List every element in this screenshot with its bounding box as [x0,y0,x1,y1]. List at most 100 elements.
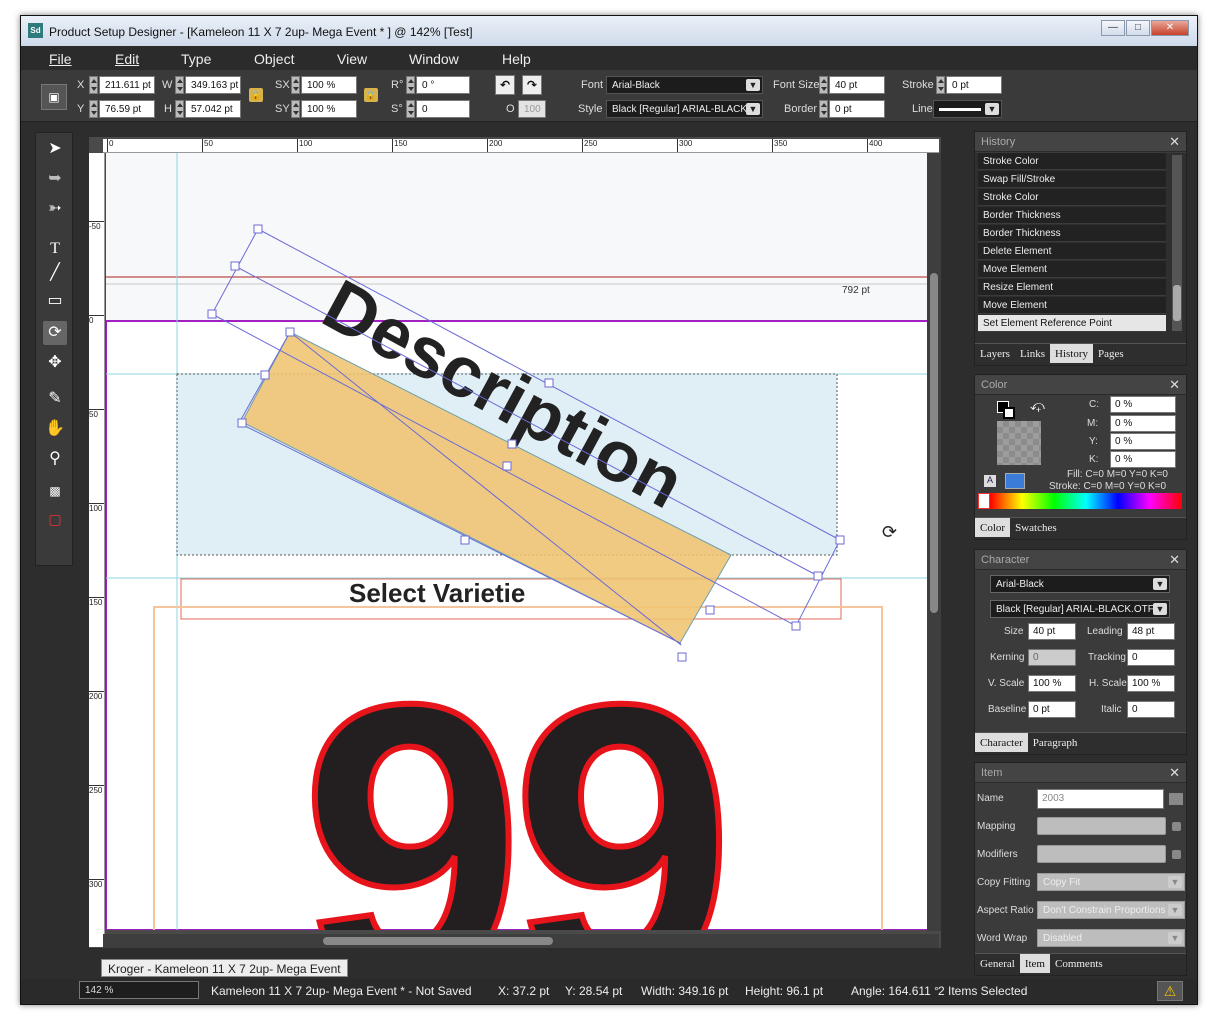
c-field[interactable]: 0 % [1110,396,1176,413]
none-color-icon[interactable]: ▢ [43,507,67,531]
zoom-field[interactable]: 142 % [79,981,199,999]
maximize-icon[interactable]: □ [1126,20,1150,36]
w-field[interactable]: 349.163 pt [185,76,241,94]
menu-file[interactable]: File [49,51,72,67]
baseline-field[interactable]: 0 pt [1028,701,1076,718]
warning-icon[interactable]: ⚠ [1157,981,1183,1001]
kerning-field[interactable]: 0 [1028,649,1076,666]
rotation-field[interactable]: 0 ° [416,76,470,94]
zoom-tool-icon[interactable]: ⚲ [43,447,67,471]
swap-colors-icon[interactable]: ⤽ [1030,397,1045,414]
font-dropdown[interactable]: Arial-Black ▼ [606,76,763,94]
fill-stroke-icon[interactable]: ▩ [43,479,67,503]
history-item[interactable]: Move Element [978,261,1166,278]
sx-spinner[interactable] [291,76,300,94]
lasso-tool-icon[interactable]: ➳ [43,197,67,221]
font-size-spinner[interactable] [819,76,828,94]
line-tool-icon[interactable]: ╱ [43,261,67,285]
modifiers-field[interactable] [1037,845,1166,863]
vertical-scrollbar[interactable] [927,153,941,931]
color-spectrum[interactable] [990,493,1182,509]
history-item[interactable]: Stroke Color [978,153,1166,170]
rotation-spinner[interactable] [406,76,415,94]
history-item[interactable]: Swap Fill/Stroke [978,171,1166,188]
menu-help[interactable]: Help [502,51,531,67]
mapping-field[interactable] [1037,817,1166,835]
minimize-icon[interactable]: — [1101,20,1125,36]
document-page[interactable]: Select Varietie 99 Description 792 pt ⟳ [106,153,939,930]
eyedropper-tool-icon[interactable]: ✎ [43,387,67,411]
x-field[interactable]: 211.611 pt [99,76,155,94]
hscale-field[interactable]: 100 % [1127,675,1175,692]
rectangle-tool-icon[interactable]: ▭ [43,289,67,313]
vscale-field[interactable]: 100 % [1028,675,1076,692]
sy-spinner[interactable] [291,100,300,118]
tab-layers[interactable]: Layers [975,344,1015,363]
tab-history[interactable]: History [1050,344,1093,363]
y-field[interactable]: 0 % [1110,433,1176,450]
history-item[interactable]: Move Element [978,297,1166,314]
frame-color-icon[interactable] [1005,473,1025,489]
character-font-dropdown[interactable]: Arial-Black ▼ [990,575,1170,593]
name-option-icon[interactable] [1169,793,1183,805]
skew-spinner[interactable] [406,100,415,118]
size-field[interactable]: 40 pt [1028,623,1076,640]
history-item-selected[interactable]: Set Element Reference Point [978,315,1166,332]
tab-color[interactable]: Color [975,518,1011,537]
copy-fitting-dropdown[interactable]: Copy Fit ▼ [1037,873,1185,891]
canvas-area[interactable]: 0 50 100 150 200 250 300 350 400 -50 0 50 100 150 200… [89,137,941,948]
tab-comments[interactable]: Comments [1050,954,1108,973]
menu-edit[interactable]: Edit [115,51,139,67]
italic-field[interactable]: 0 [1127,701,1175,718]
name-field[interactable]: 2003 [1037,789,1164,809]
menu-type[interactable]: Type [181,51,211,67]
menu-view[interactable]: View [337,51,367,67]
text-color-icon[interactable]: A [984,475,996,487]
w-spinner[interactable] [175,76,184,94]
aspect-ratio-dropdown[interactable]: Don't Constrain Proportions ▼ [1037,901,1185,919]
h-spinner[interactable] [175,100,184,118]
none-color-icon[interactable] [978,493,990,509]
word-wrap-dropdown[interactable]: Disabled ▼ [1037,929,1185,947]
history-scrollbar[interactable] [1172,155,1182,331]
history-item[interactable]: Border Thickness [978,225,1166,242]
tab-links[interactable]: Links [1015,344,1050,363]
sy-field[interactable]: 100 % [301,100,357,118]
menu-window[interactable]: Window [409,51,459,67]
sx-field[interactable]: 100 % [301,76,357,94]
tab-swatches[interactable]: Swatches [1010,518,1062,537]
mapping-option-icon[interactable] [1172,822,1181,831]
close-icon[interactable]: ✕ [1169,765,1180,781]
direct-selection-tool-icon[interactable]: ➥ [43,167,67,191]
style-dropdown[interactable]: Black [Regular] ARIAL-BLACK ▼ [606,100,763,118]
tracking-field[interactable]: 0 [1127,649,1175,666]
history-item[interactable]: Border Thickness [978,207,1166,224]
rotate-ccw-icon[interactable]: ↶ [495,75,515,95]
tab-item[interactable]: Item [1019,954,1050,973]
border-field[interactable]: 0 pt [829,100,885,118]
border-spinner[interactable] [819,100,828,118]
history-item[interactable]: Delete Element [978,243,1166,260]
constrain-lock-icon[interactable]: 🔒 [249,88,263,102]
history-item[interactable]: Stroke Color [978,189,1166,206]
close-icon[interactable]: ✕ [1169,552,1180,568]
leading-field[interactable]: 48 pt [1127,623,1175,640]
tab-paragraph[interactable]: Paragraph [1028,733,1083,752]
x-spinner[interactable] [89,76,98,94]
modifiers-option-icon[interactable] [1172,850,1181,859]
reference-point-icon[interactable]: ▣ [41,84,67,110]
y-field[interactable]: 76.59 pt [99,100,155,118]
tab-pages[interactable]: Pages [1093,344,1129,363]
close-icon[interactable]: ✕ [1169,377,1180,393]
k-field[interactable]: 0 % [1110,451,1176,468]
character-style-dropdown[interactable]: Black [Regular] ARIAL-BLACK.OTF ▼ [990,600,1170,618]
text-tool-icon[interactable]: T [43,237,67,261]
opacity-field[interactable]: 100 [518,100,546,118]
scale-lock-icon[interactable]: 🔒 [364,88,378,102]
close-icon[interactable]: ✕ [1169,134,1180,150]
stroke-swatch[interactable] [1003,407,1015,419]
h-field[interactable]: 57.042 pt [185,100,241,118]
skew-field[interactable]: 0 [416,100,470,118]
move-tool-icon[interactable]: ✥ [43,351,67,375]
tab-character[interactable]: Character [975,733,1028,752]
